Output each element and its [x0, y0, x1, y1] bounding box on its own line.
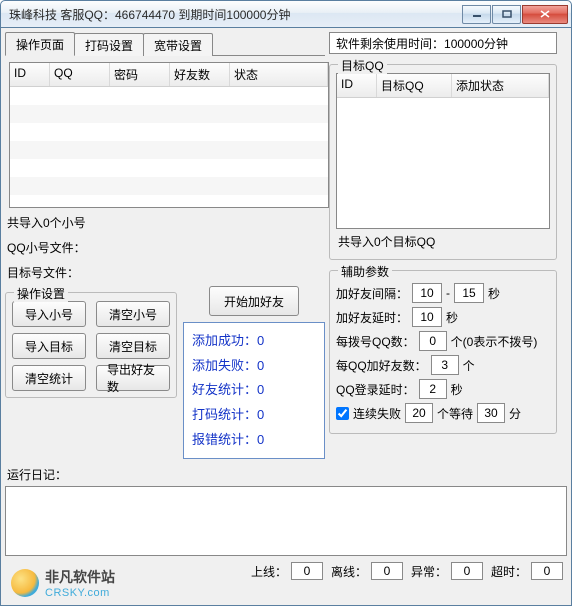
left-column: 操作页面 打码设置 宽带设置 ID QQ 密码 好友数 状态 共导入0个小号 Q…: [5, 32, 325, 459]
dial-input[interactable]: [419, 331, 447, 351]
col-id: ID: [10, 63, 50, 86]
interval-sep: -: [446, 286, 450, 300]
aux-params-legend: 辅助参数: [338, 263, 392, 280]
online-label: 上线：: [251, 563, 287, 580]
tab-dama[interactable]: 打码设置: [74, 33, 144, 56]
tcol-id: ID: [337, 74, 377, 97]
clear-stats-button[interactable]: 清空统计: [12, 365, 86, 391]
fail-wait-input[interactable]: [477, 403, 505, 423]
accounts-table[interactable]: ID QQ 密码 好友数 状态: [9, 62, 329, 208]
target-qq-legend: 目标QQ: [338, 57, 387, 74]
tcol-target: 目标QQ: [377, 74, 452, 97]
window-buttons: [462, 5, 568, 24]
add-fail-label: 添加失败：: [192, 358, 257, 373]
window-titlebar: 珠峰科技 客服QQ：466744470 到期时间100000分钟: [0, 0, 572, 28]
login-delay-unit: 秒: [451, 381, 463, 398]
tab-operation[interactable]: 操作页面: [5, 32, 75, 56]
runlog-textarea[interactable]: [5, 486, 567, 556]
stats-panel: 添加成功：0 添加失败：0 好友统计：0 打码统计：0 报错统计：0: [183, 322, 325, 459]
friend-stat-label: 好友统计：: [192, 382, 257, 397]
window-body: 操作页面 打码设置 宽带设置 ID QQ 密码 好友数 状态 共导入0个小号 Q…: [0, 28, 572, 606]
dial-label: 每拨号QQ数：: [336, 333, 415, 350]
delay-label: 加好友延时：: [336, 309, 408, 326]
accounts-table-rows: [10, 87, 328, 207]
add-success-value: 0: [257, 333, 264, 348]
error-stat-value: 0: [257, 432, 264, 447]
dama-stat-value: 0: [257, 407, 264, 422]
target-table[interactable]: ID 目标QQ 添加状态: [336, 73, 550, 229]
close-button[interactable]: [522, 5, 568, 24]
per-qq-unit: 个: [463, 357, 475, 374]
interval-max-input[interactable]: [454, 283, 484, 303]
right-column: 软件剩余使用时间： 100000分钟 目标QQ ID 目标QQ 添加状态 共导入…: [329, 32, 557, 459]
col-friends: 好友数: [170, 63, 230, 86]
dial-note: 个(0表示不拨号): [451, 333, 538, 350]
imported-accounts-label: 共导入0个小号: [7, 214, 323, 231]
target-table-rows: [337, 98, 549, 228]
add-success-label: 添加成功：: [192, 333, 257, 348]
target-file-label: 目标号文件：: [7, 264, 323, 281]
abnormal-value: 0: [451, 562, 483, 580]
qq-small-file-label: QQ小号文件：: [7, 239, 323, 256]
per-qq-input[interactable]: [431, 355, 459, 375]
footer-status: 上线：0 离线：0 异常：0 超时：0: [5, 560, 567, 580]
tcol-status: 添加状态: [452, 74, 549, 97]
col-qq: QQ: [50, 63, 110, 86]
minimize-button[interactable]: [462, 5, 491, 24]
friend-stat-value: 0: [257, 382, 264, 397]
time-remaining-label: 软件剩余使用时间：: [336, 35, 444, 52]
target-table-header: ID 目标QQ 添加状态: [337, 74, 549, 98]
maximize-button[interactable]: [492, 5, 521, 24]
abnormal-label: 异常：: [411, 563, 447, 580]
aux-params-group: 辅助参数 加好友间隔： - 秒 加好友延时： 秒 每拨号QQ数: [329, 270, 557, 434]
error-stat-label: 报错统计：: [192, 432, 257, 447]
offline-label: 离线：: [331, 563, 367, 580]
tabs: 操作页面 打码设置 宽带设置: [5, 32, 325, 56]
time-remaining-line: 软件剩余使用时间： 100000分钟: [329, 32, 557, 54]
fail-count-input[interactable]: [405, 403, 433, 423]
timeout-label: 超时：: [491, 563, 527, 580]
time-remaining-value: 100000分钟: [444, 35, 508, 52]
timeout-value: 0: [531, 562, 563, 580]
per-qq-label: 每QQ加好友数：: [336, 357, 427, 374]
operation-settings-group: 操作设置 导入小号 清空小号 导入目标 清空目标 清空统计 导出好友数: [5, 292, 177, 398]
target-qq-group: 目标QQ ID 目标QQ 添加状态 共导入0个目标QQ: [329, 64, 557, 260]
col-password: 密码: [110, 63, 170, 86]
fail-wait-unit: 分: [509, 405, 521, 422]
online-value: 0: [291, 562, 323, 580]
login-delay-input[interactable]: [419, 379, 447, 399]
start-add-friends-button[interactable]: 开始加好友: [209, 286, 299, 316]
dama-stat-label: 打码统计：: [192, 407, 257, 422]
login-delay-label: QQ登录延时：: [336, 381, 415, 398]
delay-input[interactable]: [412, 307, 442, 327]
interval-unit: 秒: [488, 285, 500, 302]
interval-min-input[interactable]: [412, 283, 442, 303]
tab-broadband[interactable]: 宽带设置: [143, 33, 213, 56]
runlog-label: 运行日记：: [7, 466, 565, 483]
clear-target-button[interactable]: 清空目标: [96, 333, 170, 359]
col-status: 状态: [230, 63, 328, 86]
delay-unit: 秒: [446, 309, 458, 326]
fail-mid-label: 个等待: [437, 405, 473, 422]
clear-small-button[interactable]: 清空小号: [96, 301, 170, 327]
window-title: 珠峰科技 客服QQ：466744470 到期时间100000分钟: [9, 6, 462, 23]
import-small-button[interactable]: 导入小号: [12, 301, 86, 327]
offline-value: 0: [371, 562, 403, 580]
add-fail-value: 0: [257, 358, 264, 373]
accounts-table-header: ID QQ 密码 好友数 状态: [10, 63, 328, 87]
continuous-fail-checkbox[interactable]: [336, 407, 349, 420]
target-summary: 共导入0个目标QQ: [338, 233, 548, 250]
export-friends-button[interactable]: 导出好友数: [96, 365, 170, 391]
continuous-fail-label: 连续失败: [353, 405, 401, 422]
interval-label: 加好友间隔：: [336, 285, 408, 302]
operation-settings-legend: 操作设置: [14, 285, 68, 302]
import-target-button[interactable]: 导入目标: [12, 333, 86, 359]
